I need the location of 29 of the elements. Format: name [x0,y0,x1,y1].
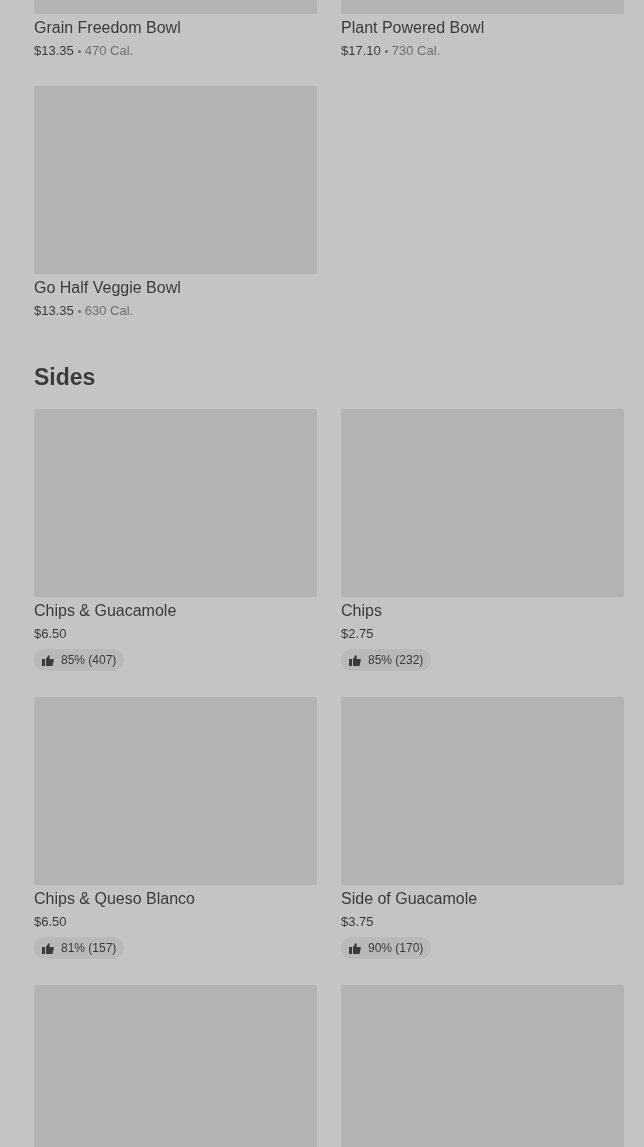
item-price: $17.10 [341,42,381,60]
item-price: $13.35 [34,42,74,60]
separator-dot [384,49,388,53]
item-calories: 730 Cal. [391,42,441,60]
item-name: Side of Guacamole [341,889,479,909]
item-name: Grain Freedom Bowl [34,18,182,38]
rating-badge: 85% (232) [341,649,432,671]
thumbs-up-icon [349,942,361,954]
item-price: $6.50 [34,625,67,643]
item-name: Chips & Queso Blanco [34,889,196,909]
section-heading: Sides [34,363,97,392]
item-name: Go Half Veggie Bowl [34,278,182,298]
item-price: $2.75 [341,625,374,643]
separator-dot [77,49,81,53]
separator-dot [77,309,81,313]
item-name: Chips [341,601,383,621]
thumbs-up-icon [42,942,54,954]
item-calories: 630 Cal. [84,302,134,320]
item-name: Plant Powered Bowl [341,18,486,38]
item-price: $3.75 [341,913,374,931]
rating-badge: 90% (170) [341,937,432,959]
thumbs-up-icon [42,654,54,666]
item-price: $6.50 [34,913,67,931]
item-price: $13.35 [34,302,74,320]
item-name: Chips & Guacamole [34,601,178,621]
rating-badge: 81% (157) [34,937,125,959]
rating-badge: 85% (407) [34,649,125,671]
thumbs-up-icon [349,654,361,666]
item-calories: 470 Cal. [84,42,134,60]
